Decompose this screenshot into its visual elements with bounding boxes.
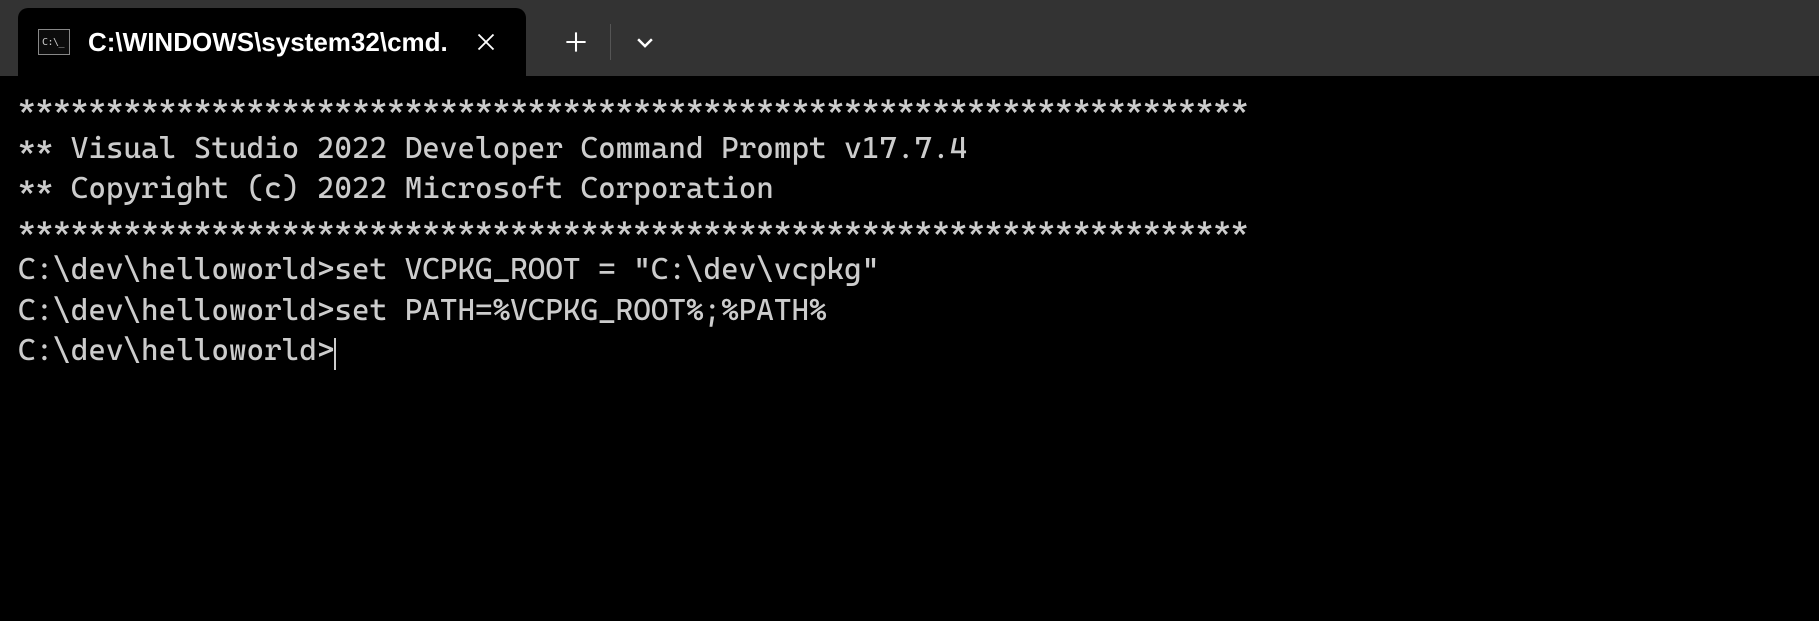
output-line: ** Copyright (c) 2022 Microsoft Corporat… xyxy=(18,169,1801,210)
cursor xyxy=(334,338,336,370)
title-bar: C:\_ C:\WINDOWS\system32\cmd. xyxy=(0,0,1819,76)
tab-dropdown-button[interactable] xyxy=(615,12,675,72)
divider xyxy=(610,24,611,60)
plus-icon xyxy=(565,31,587,53)
close-tab-button[interactable] xyxy=(466,22,506,62)
new-tab-button[interactable] xyxy=(546,12,606,72)
terminal-output[interactable]: ****************************************… xyxy=(0,76,1819,384)
chevron-down-icon xyxy=(634,31,656,53)
terminal-tab[interactable]: C:\_ C:\WINDOWS\system32\cmd. xyxy=(18,8,526,76)
prompt-text: C:\dev\helloworld> xyxy=(18,333,334,368)
output-line: ****************************************… xyxy=(18,210,1801,251)
output-line: C:\dev\helloworld>set PATH=%VCPKG_ROOT%;… xyxy=(18,291,1801,332)
output-line: ** Visual Studio 2022 Developer Command … xyxy=(18,129,1801,170)
cmd-icon: C:\_ xyxy=(38,29,70,55)
tab-title: C:\WINDOWS\system32\cmd. xyxy=(88,27,448,58)
prompt-line: C:\dev\helloworld> xyxy=(18,331,1801,372)
title-bar-actions xyxy=(526,8,675,76)
output-line: C:\dev\helloworld>set VCPKG_ROOT = "C:\d… xyxy=(18,250,1801,291)
output-line: ****************************************… xyxy=(18,88,1801,129)
close-icon xyxy=(476,32,496,52)
